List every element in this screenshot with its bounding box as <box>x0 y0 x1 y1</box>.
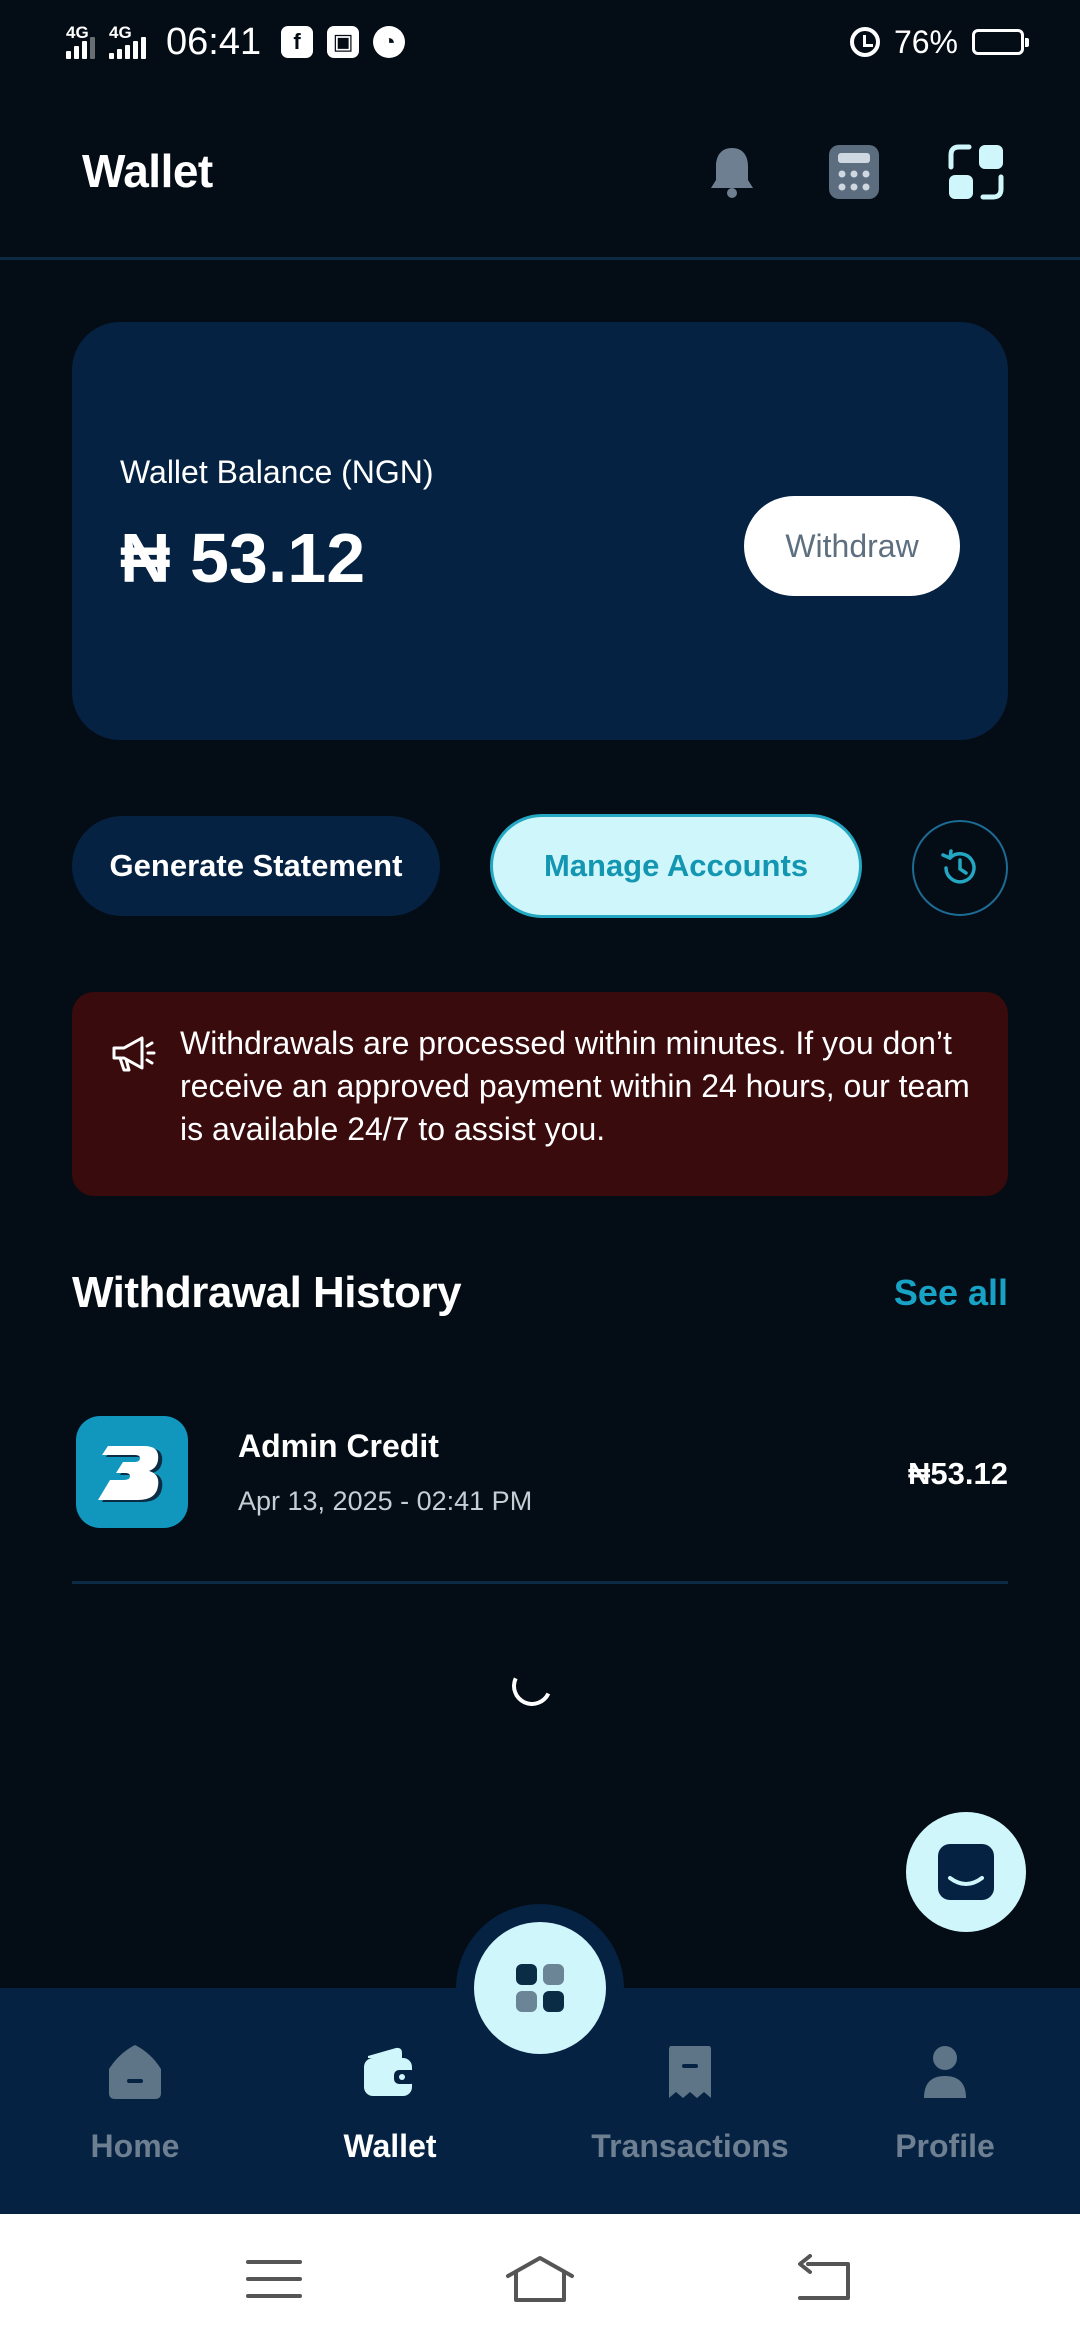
withdrawal-history-title: Withdrawal History <box>72 1268 462 1317</box>
nav-wallet[interactable]: Wallet <box>280 2040 500 2165</box>
network-type-2: 4G <box>109 23 132 42</box>
system-nav-bar <box>0 2214 1080 2340</box>
signal-2-icon: 4G <box>109 23 146 59</box>
balance-card: Wallet Balance (NGN) ₦ 53.12 Withdraw <box>72 322 1008 740</box>
history-button[interactable] <box>912 820 1008 916</box>
balance-amount: ₦ 53.12 <box>120 519 366 597</box>
withdraw-button[interactable]: Withdraw <box>744 496 960 596</box>
bell-icon <box>711 148 753 198</box>
status-time: 06:41 <box>166 20 262 63</box>
grid-icon <box>516 1964 564 2012</box>
app-header: Wallet <box>0 104 1080 260</box>
nav-wallet-label: Wallet <box>343 2128 437 2164</box>
nav-transactions[interactable]: Transactions <box>580 2040 800 2165</box>
history-icon <box>941 849 976 884</box>
status-right: 76% <box>849 23 1029 61</box>
home-nav-icon[interactable] <box>504 2254 576 2304</box>
home-icon <box>109 2045 161 2099</box>
speedometer-icon: ◔ <box>373 26 406 58</box>
alarm-icon <box>849 27 880 57</box>
battery-percent: 76% <box>893 23 958 60</box>
recent-apps-icon[interactable] <box>244 2254 304 2304</box>
history-row[interactable]: Admin Credit Apr 13, 2025 - 02:41 PM ₦53… <box>72 1410 1008 1584</box>
page-title: Wallet <box>82 145 213 197</box>
contact-card-icon: ▣ <box>327 26 360 58</box>
nav-transactions-label: Transactions <box>591 2128 789 2164</box>
see-all-link[interactable]: See all <box>894 1272 1008 1314</box>
nav-home[interactable]: Home <box>25 2040 245 2165</box>
notice-text: Withdrawals are processed within minutes… <box>180 1025 970 1147</box>
chat-icon <box>938 1844 994 1900</box>
scan-button[interactable] <box>944 140 1008 204</box>
scan-icon <box>948 144 1004 200</box>
profile-icon <box>924 2046 966 2098</box>
signal-1-icon: 4G <box>66 23 95 59</box>
back-nav-icon[interactable] <box>794 2254 854 2304</box>
network-type-1: 4G <box>66 23 89 42</box>
megaphone-icon <box>112 1036 156 1072</box>
status-left: 4G 4G 06:41 f ▣ ◔ <box>66 20 406 64</box>
receipt-icon <box>669 2046 711 2098</box>
wallet-icon <box>364 2047 416 2096</box>
menu-grid-button[interactable] <box>474 1922 606 2054</box>
nav-profile[interactable]: Profile <box>835 2040 1055 2165</box>
status-bar: 4G 4G 06:41 f ▣ ◔ 76% <box>0 0 1080 84</box>
nav-profile-label: Profile <box>895 2128 995 2164</box>
history-item-amount: ₦53.12 <box>908 1456 1008 1491</box>
support-chat-button[interactable] <box>906 1812 1026 1932</box>
withdrawal-notice: Withdrawals are processed within minutes… <box>72 992 1008 1196</box>
history-item-date: Apr 13, 2025 - 02:41 PM <box>238 1486 533 1516</box>
nav-home-label: Home <box>90 2128 180 2164</box>
calculator-icon <box>829 145 879 199</box>
generate-statement-button[interactable]: Generate Statement <box>72 816 440 916</box>
battery-icon <box>972 29 1029 55</box>
notifications-button[interactable] <box>700 140 764 204</box>
brand-logo-icon <box>76 1416 188 1528</box>
history-item-title: Admin Credit <box>238 1428 439 1464</box>
loading-spinner-icon <box>506 1660 558 1712</box>
manage-accounts-button[interactable]: Manage Accounts <box>490 814 862 918</box>
calculator-button[interactable] <box>822 140 886 204</box>
facebook-icon: f <box>281 26 314 58</box>
balance-label: Wallet Balance (NGN) <box>120 454 434 490</box>
